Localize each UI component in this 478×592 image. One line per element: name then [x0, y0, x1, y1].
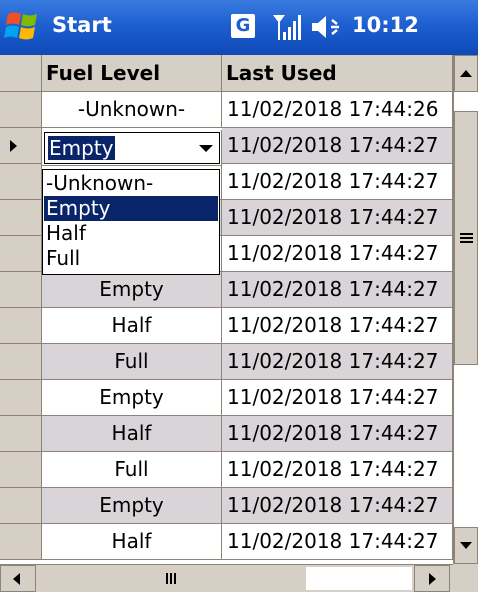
last-used-cell[interactable]: 11/02/2018 17:44:27 — [222, 272, 453, 308]
scroll-up-button[interactable] — [454, 55, 478, 92]
column-header-last-used[interactable]: Last Used — [222, 55, 453, 92]
windows-logo-icon[interactable] — [4, 8, 42, 46]
fuel-level-cell[interactable]: -Unknown- — [42, 92, 222, 128]
scroll-right-button[interactable] — [414, 565, 450, 592]
row-header[interactable] — [0, 344, 42, 380]
arrow-right-icon — [429, 573, 436, 585]
row-header[interactable] — [0, 236, 42, 272]
last-used-cell[interactable]: 11/02/2018 17:44:27 — [222, 236, 453, 272]
dropdown-option-half[interactable]: Half — [44, 221, 218, 246]
fuel-level-cell[interactable]: Full — [42, 452, 222, 488]
grip-icon — [460, 241, 473, 243]
row-header[interactable] — [0, 308, 42, 344]
row-header[interactable] — [0, 200, 42, 236]
scrollbar-corner — [453, 564, 478, 592]
row-header[interactable] — [0, 524, 42, 560]
last-used-cell[interactable]: 11/02/2018 17:44:27 — [222, 128, 453, 164]
last-used-cell[interactable]: 11/02/2018 17:44:27 — [222, 416, 453, 452]
scroll-left-button[interactable] — [0, 565, 36, 592]
grip-icon — [460, 233, 473, 235]
fuel-level-cell[interactable]: Half — [42, 524, 222, 560]
combobox-selected-value[interactable]: Empty — [48, 136, 115, 160]
row-header[interactable] — [0, 488, 42, 524]
last-used-cell[interactable]: 11/02/2018 17:44:27 — [222, 200, 453, 236]
grip-icon — [170, 573, 172, 584]
current-row-arrow-icon — [10, 140, 17, 152]
corner-header — [0, 55, 42, 92]
last-used-cell[interactable]: 11/02/2018 17:44:27 — [222, 524, 453, 560]
title-bar: Start G 10:12 — [0, 0, 478, 55]
scroll-down-button[interactable] — [454, 527, 478, 564]
grip-icon — [166, 573, 168, 584]
row-header[interactable] — [0, 380, 42, 416]
dropdown-option-empty[interactable]: Empty — [44, 196, 218, 221]
fuel-level-dropdown-list[interactable]: -Unknown- Empty Half Full — [42, 169, 220, 275]
last-used-cell[interactable]: 11/02/2018 17:44:27 — [222, 308, 453, 344]
last-used-cell[interactable]: 11/02/2018 17:44:26 — [222, 92, 453, 128]
fuel-level-cell[interactable]: Full — [42, 344, 222, 380]
vertical-scrollbar[interactable] — [453, 55, 478, 564]
arrow-down-icon — [460, 542, 472, 549]
last-used-cell[interactable]: 11/02/2018 17:44:27 — [222, 164, 453, 200]
arrow-left-icon — [13, 573, 20, 585]
grip-icon — [460, 237, 473, 239]
row-header[interactable] — [0, 92, 42, 128]
row-header[interactable] — [0, 452, 42, 488]
column-header-fuel-level[interactable]: Fuel Level — [42, 55, 222, 92]
row-header[interactable] — [0, 272, 42, 308]
horizontal-scroll-track[interactable] — [306, 567, 412, 590]
chevron-down-icon — [199, 145, 213, 152]
horizontal-scrollbar[interactable] — [0, 564, 453, 592]
combobox-dropdown-button[interactable] — [193, 133, 219, 163]
fuel-level-cell[interactable]: Empty — [42, 272, 222, 308]
start-title[interactable]: Start — [52, 13, 112, 37]
signal-icon[interactable] — [271, 12, 303, 42]
dropdown-option-full[interactable]: Full — [44, 246, 218, 271]
dropdown-option-unknown[interactable]: -Unknown- — [44, 171, 218, 196]
last-used-cell[interactable]: 11/02/2018 17:44:27 — [222, 344, 453, 380]
last-used-cell[interactable]: 11/02/2018 17:44:27 — [222, 488, 453, 524]
fuel-level-cell[interactable]: Empty — [42, 380, 222, 416]
arrow-up-icon — [460, 70, 472, 77]
combobox-frame[interactable]: Empty — [44, 132, 220, 164]
fuel-level-cell[interactable]: Empty — [42, 488, 222, 524]
clock[interactable]: 10:12 — [352, 13, 419, 37]
fuel-level-cell[interactable]: Half — [42, 416, 222, 452]
row-header[interactable] — [0, 416, 42, 452]
volume-icon[interactable] — [310, 12, 346, 42]
fuel-level-cell[interactable]: Half — [42, 308, 222, 344]
row-header[interactable] — [0, 164, 42, 200]
vertical-scroll-thumb[interactable] — [454, 111, 478, 365]
data-grid[interactable]: Fuel Level Last Used -Unknown- 11/02/201… — [0, 55, 453, 564]
last-used-cell[interactable]: 11/02/2018 17:44:27 — [222, 452, 453, 488]
last-used-cell[interactable]: 11/02/2018 17:44:27 — [222, 380, 453, 416]
g-icon[interactable]: G — [231, 14, 255, 38]
row-header-current[interactable] — [0, 128, 42, 164]
grip-icon — [174, 573, 176, 584]
fuel-level-combobox[interactable]: Empty — [42, 130, 222, 166]
